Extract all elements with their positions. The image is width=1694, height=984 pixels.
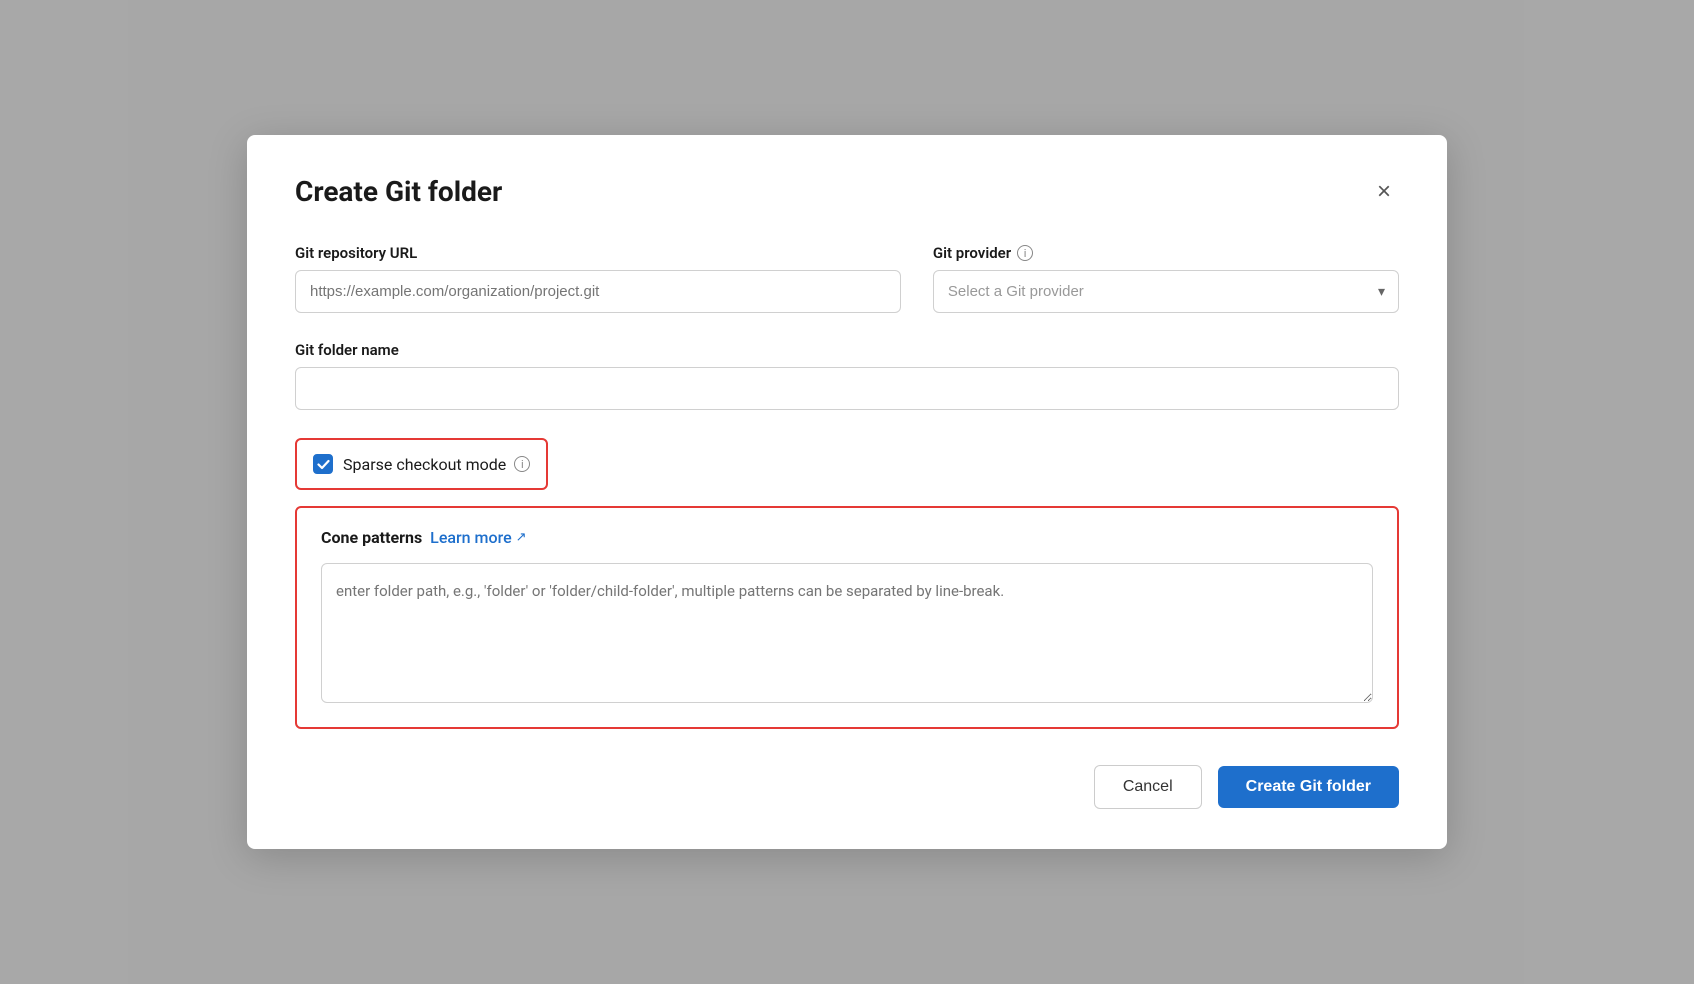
url-input[interactable] [295, 270, 901, 313]
checkmark-icon [317, 458, 330, 471]
cancel-button[interactable]: Cancel [1094, 765, 1202, 809]
provider-group: Git provider i Select a Git provider Git… [933, 244, 1399, 313]
url-group: Git repository URL [295, 244, 901, 313]
folder-name-input[interactable] [295, 367, 1399, 410]
external-link-icon: ↗︎ [516, 530, 527, 545]
sparse-checkout-label: Sparse checkout mode i [343, 455, 530, 474]
provider-select[interactable]: Select a Git provider GitHub GitLab Bitb… [933, 270, 1399, 313]
modal-overlay: Create Git folder × Git repository URL G… [0, 0, 1694, 984]
url-provider-row: Git repository URL Git provider i Select… [295, 244, 1399, 313]
cone-patterns-header: Cone patterns Learn more ↗︎ [321, 528, 1373, 547]
cone-patterns-textarea[interactable] [321, 563, 1373, 703]
folder-name-group: Git folder name [295, 341, 1399, 410]
folder-name-label: Git folder name [295, 341, 1399, 359]
modal-footer: Cancel Create Git folder [295, 765, 1399, 809]
modal-dialog: Create Git folder × Git repository URL G… [247, 135, 1447, 849]
sparse-checkout-row[interactable]: Sparse checkout mode i [295, 438, 548, 490]
folder-name-section: Git folder name [295, 341, 1399, 410]
url-label: Git repository URL [295, 244, 901, 262]
sparse-checkout-info-icon: i [514, 456, 530, 472]
provider-info-icon: i [1017, 245, 1033, 261]
learn-more-link[interactable]: Learn more ↗︎ [430, 528, 526, 547]
cone-patterns-section: Cone patterns Learn more ↗︎ [295, 506, 1399, 729]
provider-label: Git provider i [933, 244, 1399, 262]
provider-select-wrapper: Select a Git provider GitHub GitLab Bitb… [933, 270, 1399, 313]
modal-title: Create Git folder [295, 175, 502, 208]
close-button[interactable]: × [1369, 176, 1399, 208]
sparse-checkout-checkbox[interactable] [313, 454, 333, 474]
create-git-folder-button[interactable]: Create Git folder [1218, 766, 1399, 808]
modal-header: Create Git folder × [295, 175, 1399, 208]
